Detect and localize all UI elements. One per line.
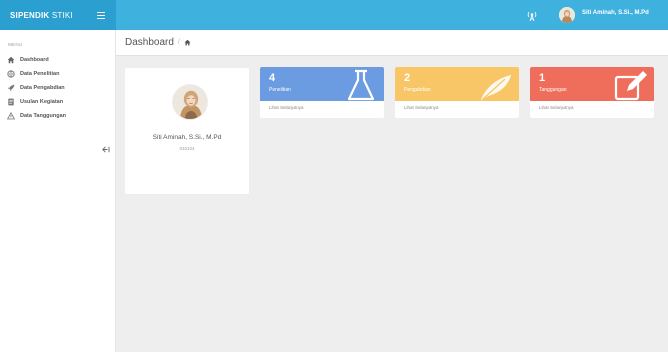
menu-label: MENU <box>8 42 23 47</box>
breadcrumb-separator: / <box>177 39 180 46</box>
sidebar-item-label: Dashboard <box>20 57 49 63</box>
stat-more-link[interactable]: Lihat Selanjutnya <box>269 105 304 110</box>
sidebar: MENU Dashboard Data Penelitian Data Peng… <box>0 30 116 352</box>
sidebar-item-data-pengabdian[interactable]: Data Pengabdian <box>6 83 65 93</box>
main-content: Dashboard / Siti Aminah, S.Si., M.Pd 010… <box>116 30 668 352</box>
stat-card-header: 1 Tanggungan <box>530 67 654 101</box>
stat-label: Tanggungan <box>539 87 567 93</box>
profile-avatar <box>172 84 208 120</box>
stat-label: Penelitian <box>269 87 291 93</box>
edit-icon <box>614 71 647 101</box>
notification-icon[interactable] <box>527 9 537 22</box>
sidebar-item-label: Data Pengabdian <box>20 85 65 91</box>
stat-card-header: 4 Penelitian <box>260 67 384 101</box>
feather-icon <box>481 75 511 100</box>
breadcrumb: Dashboard / <box>116 30 668 56</box>
sidebar-item-usulan-kegiatan[interactable]: Usulan Kegiatan <box>6 97 63 107</box>
document-icon <box>6 98 15 107</box>
home-icon[interactable] <box>184 39 191 46</box>
brand-name-light: STIKI <box>49 10 73 20</box>
sidebar-item-dashboard[interactable]: Dashboard <box>6 55 49 65</box>
stat-more-link[interactable]: Lihat Selanjutnya <box>539 105 574 110</box>
stat-count: 2 <box>404 72 411 84</box>
user-avatar[interactable] <box>559 7 575 23</box>
stat-card-header: 2 Pengabdian <box>395 67 519 101</box>
sidebar-item-data-penelitian[interactable]: Data Penelitian <box>6 69 59 79</box>
flask-icon <box>347 69 375 101</box>
menu-toggle-icon[interactable] <box>97 12 105 19</box>
top-navbar: SIPENDIK STIKI Siti Aminah, S.Si., M.Pd <box>0 0 668 30</box>
stat-card-penelitian[interactable]: 4 Penelitian Lihat Selanjutnya <box>260 67 384 118</box>
stat-card-pengabdian[interactable]: 2 Pengabdian Lihat Selanjutnya <box>395 67 519 118</box>
stat-count: 4 <box>269 72 276 84</box>
sidebar-item-data-tanggungan[interactable]: Data Tanggungan <box>6 111 66 121</box>
stat-count: 1 <box>539 72 546 84</box>
sidebar-collapse-icon[interactable] <box>101 144 111 154</box>
profile-card: Siti Aminah, S.Si., M.Pd 010124 <box>125 68 249 194</box>
brand-logo[interactable]: SIPENDIK STIKI <box>0 0 116 30</box>
globe-icon <box>6 70 15 79</box>
sidebar-item-label: Usulan Kegiatan <box>20 99 64 105</box>
rocket-icon <box>6 84 15 93</box>
profile-name: Siti Aminah, S.Si., M.Pd <box>152 134 222 141</box>
user-name[interactable]: Siti Aminah, S.Si., M.Pd <box>582 10 649 16</box>
home-icon <box>6 56 15 65</box>
sidebar-item-label: Data Penelitian <box>20 71 60 77</box>
page-title: Dashboard <box>125 37 174 48</box>
profile-id: 010124 <box>179 146 195 151</box>
stat-label: Pengabdian <box>404 87 431 93</box>
warning-icon <box>6 112 15 121</box>
sidebar-item-label: Data Tanggungan <box>20 113 67 119</box>
stat-card-tanggungan[interactable]: 1 Tanggungan Lihat Selanjutnya <box>530 67 654 118</box>
brand-name-bold: SIPENDIK <box>10 10 50 20</box>
stat-more-link[interactable]: Lihat Selanjutnya <box>404 105 439 110</box>
